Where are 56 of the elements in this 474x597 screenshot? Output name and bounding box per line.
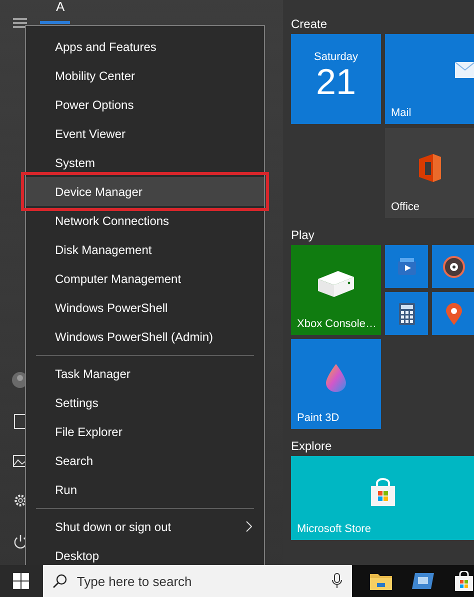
menu-item[interactable]: Desktop [26, 541, 264, 565]
settings-icon [12, 493, 28, 508]
calculator-icon [398, 302, 414, 324]
microphone-icon [332, 573, 342, 589]
music-tile[interactable] [432, 245, 474, 288]
windows-logo-icon [13, 573, 30, 589]
menu-item[interactable]: Device Manager [26, 177, 264, 206]
menu-item[interactable]: Windows PowerShell (Admin) [26, 322, 264, 351]
mail-tile[interactable]: Mail [385, 34, 474, 124]
menu-item[interactable]: Power Options [26, 90, 264, 119]
menu-item[interactable]: System [26, 148, 264, 177]
menu-item[interactable]: Computer Management [26, 264, 264, 293]
start-button[interactable] [0, 565, 43, 597]
calendar-day: Saturday [314, 51, 358, 63]
office-icon [417, 153, 443, 183]
tile-label: Xbox Console… [297, 318, 376, 330]
chevron-icon [246, 521, 252, 532]
calendar-tile[interactable]: Saturday 21 [291, 34, 381, 124]
tile-label: Microsoft Store [297, 523, 371, 535]
menu-item[interactable]: File Explorer [26, 417, 264, 446]
shopping-bag-icon [368, 478, 398, 508]
menu-item[interactable]: Disk Management [26, 235, 264, 264]
calendar-date: 21 [316, 63, 356, 101]
tile-label: Paint 3D [297, 412, 340, 424]
paint-tile[interactable]: Paint 3D [291, 339, 381, 429]
menu-item[interactable]: Shut down or sign out [26, 512, 264, 541]
droplet-icon [324, 363, 348, 393]
folder-icon[interactable] [370, 572, 392, 590]
disc-icon [442, 256, 464, 278]
group-title: Play [291, 227, 316, 244]
tile-label: Mail [391, 107, 412, 119]
shopping-bag-icon[interactable] [454, 571, 474, 591]
menu-item[interactable]: Apps and Features [26, 32, 264, 61]
office-tile[interactable]: Office [385, 128, 474, 218]
tile-label: Office [391, 201, 420, 213]
maps-tile[interactable] [432, 292, 474, 335]
search-icon [52, 574, 67, 588]
menu-item[interactable]: Search [26, 446, 264, 475]
menu-item[interactable]: Network Connections [26, 206, 264, 235]
menu-item[interactable]: Settings [26, 388, 264, 417]
map-pin-icon [446, 302, 462, 324]
menu-item[interactable]: Windows PowerShell [26, 293, 264, 322]
menu-item[interactable]: Event Viewer [26, 119, 264, 148]
group-title: Explore [291, 438, 333, 455]
window-icon[interactable] [412, 573, 434, 589]
group-title: Create [291, 16, 328, 33]
xbox-tile[interactable]: Xbox Console… [291, 245, 381, 335]
calculator-tile[interactable] [385, 292, 428, 335]
video-tile[interactable] [385, 245, 428, 288]
video-icon [396, 256, 418, 276]
menu-item[interactable]: Mobility Center [26, 61, 264, 90]
search-box[interactable]: Type here to search [42, 565, 352, 597]
envelope-icon [455, 62, 474, 78]
menu-icon [13, 18, 27, 28]
menu-item[interactable]: Task Manager [26, 359, 264, 388]
menu-item[interactable]: Run [26, 475, 264, 504]
